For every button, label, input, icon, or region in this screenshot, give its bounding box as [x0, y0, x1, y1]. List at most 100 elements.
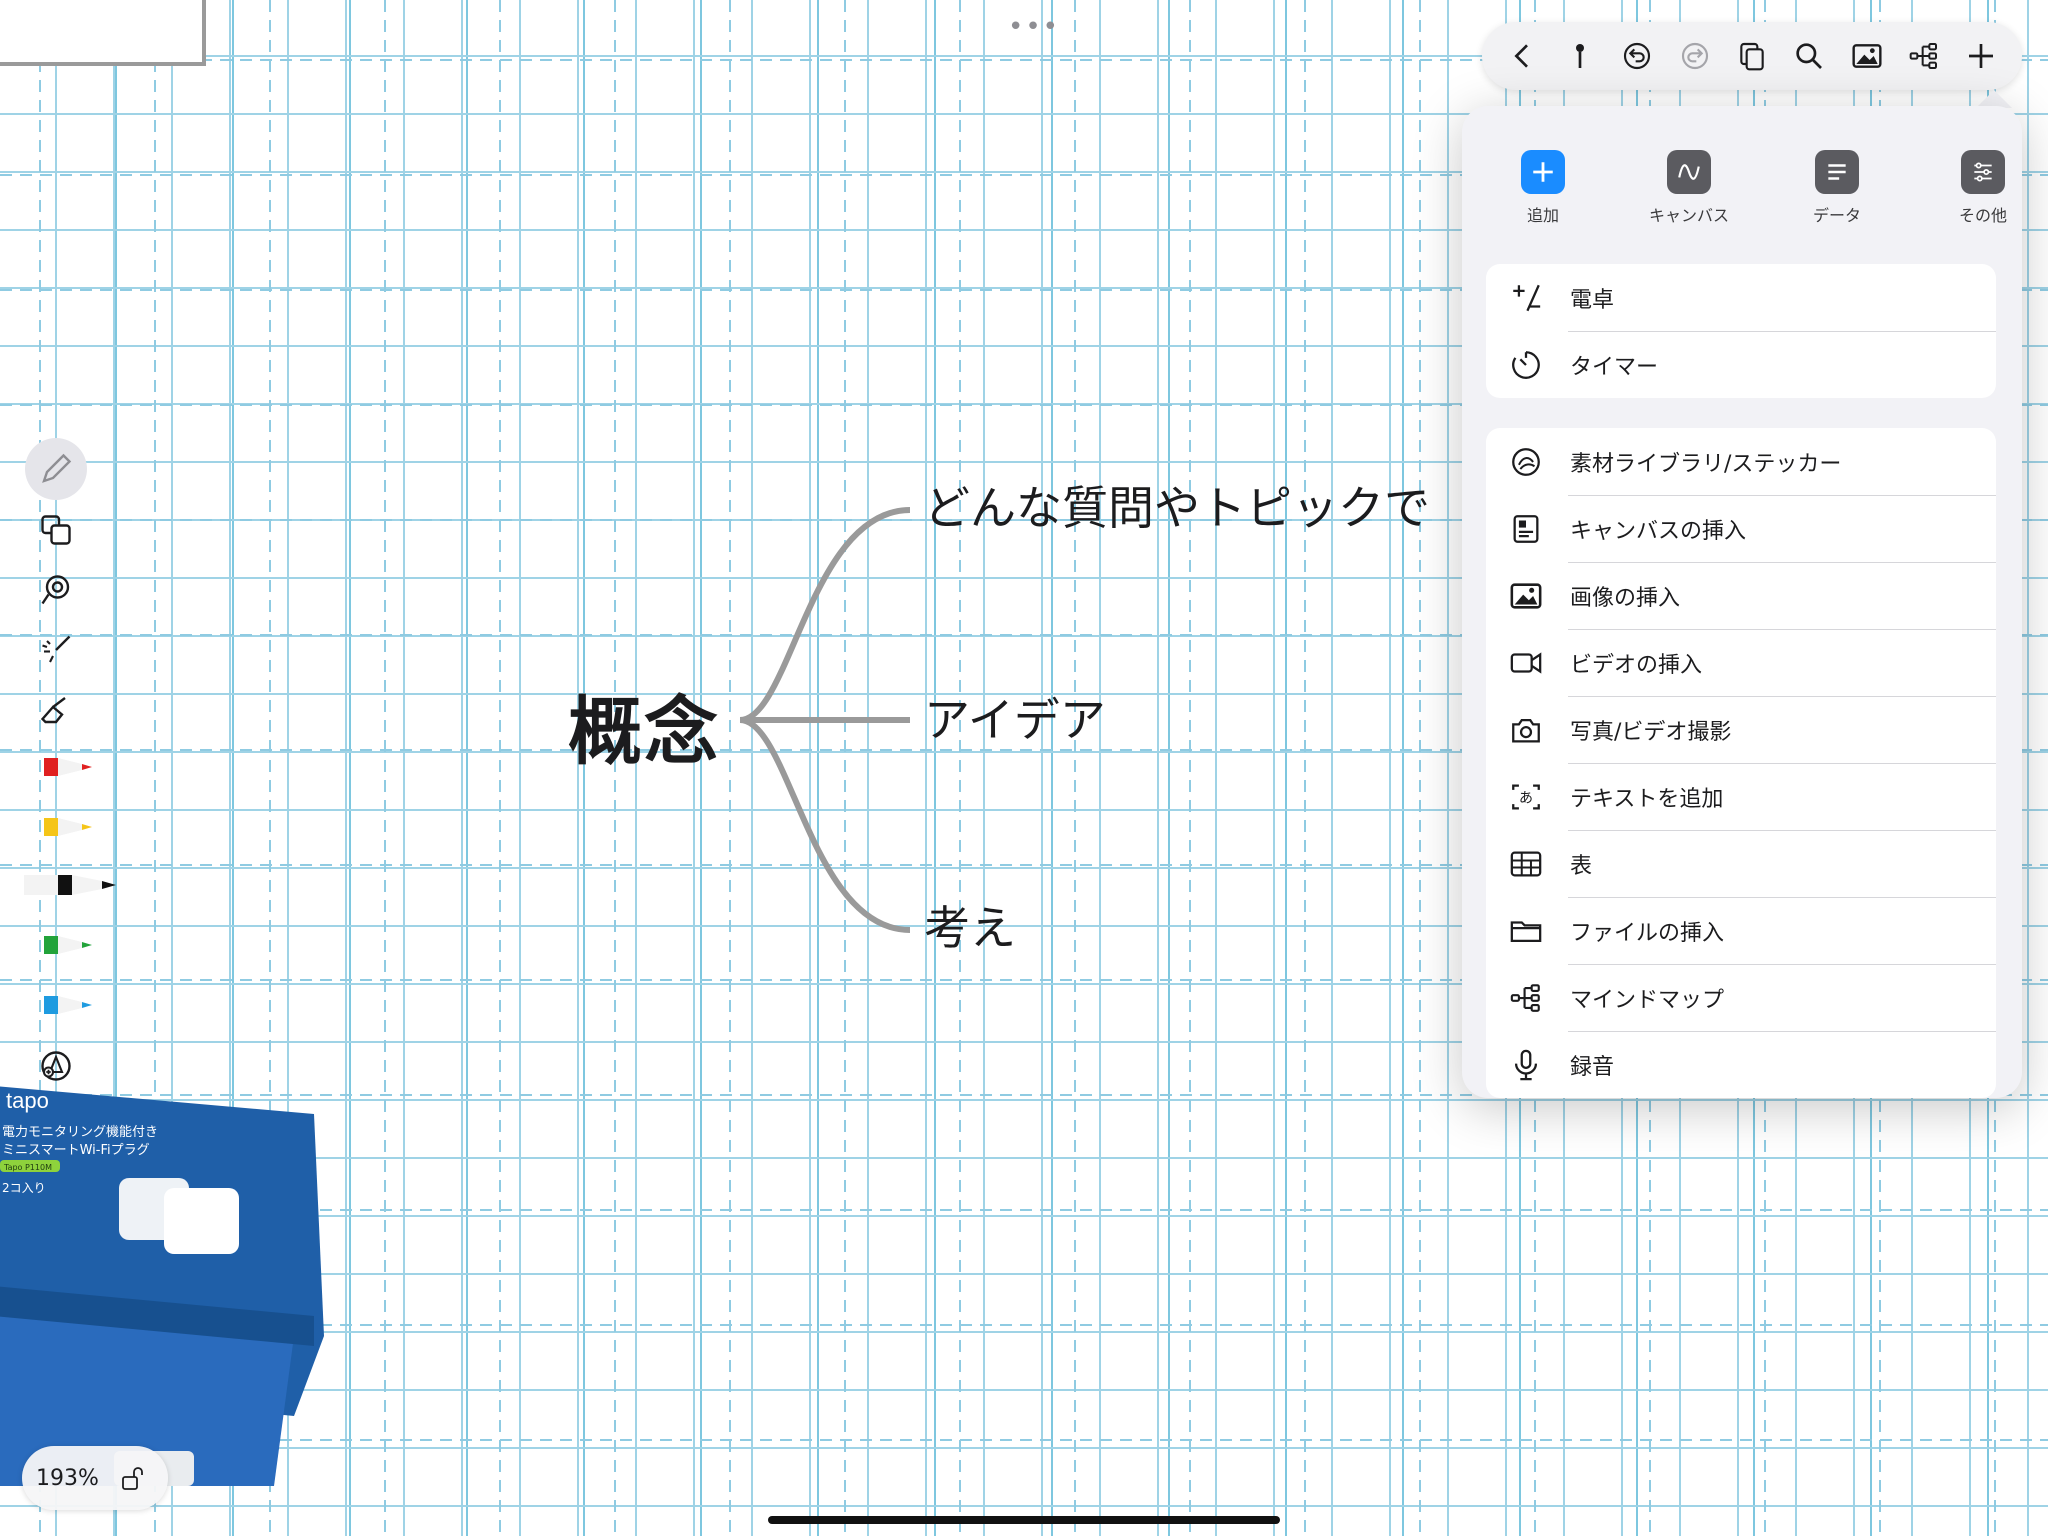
search-icon — [1796, 43, 1823, 69]
menu-item-add-text[interactable]: あ テキストを追加 — [1486, 763, 1996, 830]
pen-icon — [44, 818, 92, 836]
pencil-icon — [42, 453, 72, 483]
add-button[interactable] — [1961, 36, 2001, 76]
zoom-level: 193% — [36, 1465, 99, 1491]
pencil-tool[interactable] — [25, 438, 87, 500]
redo-button[interactable] — [1675, 36, 1715, 76]
plus-icon — [1521, 150, 1565, 194]
tab-add[interactable]: 追加 — [1488, 150, 1598, 226]
menu-item-sticker[interactable]: 素材ライブラリ/ステッカー — [1486, 428, 1996, 495]
pen-icon — [44, 758, 92, 776]
menu-item-mindmap[interactable]: マインドマップ — [1486, 964, 1996, 1031]
camera-icon — [1506, 710, 1546, 750]
menu-item-label: 電卓 — [1570, 287, 1615, 313]
laser-pointer-icon — [42, 635, 71, 663]
sliders-icon — [1961, 150, 2005, 194]
menu-item-table[interactable]: 表 — [1486, 830, 1996, 897]
shapes-tool[interactable] — [20, 504, 92, 556]
red-pen[interactable] — [44, 756, 116, 778]
menu-item-label: 画像の挿入 — [1570, 585, 1681, 611]
mindmap-child-node[interactable]: どんな質問やトピックで — [924, 472, 1430, 538]
lasso-icon — [41, 575, 70, 605]
tab-canvas[interactable]: キャンバス — [1634, 150, 1744, 226]
image-button[interactable] — [1847, 36, 1887, 76]
add-popover: 追加 キャンバス データ その他 電卓 タイマー 素材ライブラリ/ステッカー キ… — [1462, 106, 2022, 1098]
folder-icon — [1506, 911, 1546, 951]
more-dots-icon[interactable]: ••• — [1008, 12, 1060, 42]
canvas-doc-icon — [1506, 509, 1546, 549]
menu-item-label: 録音 — [1570, 1054, 1615, 1080]
black-pen-selected[interactable] — [24, 872, 120, 895]
back-button[interactable] — [1503, 36, 1543, 76]
wave-icon — [1667, 150, 1711, 194]
pen-icon — [24, 875, 116, 895]
mindmap-root-node[interactable]: 概念 — [568, 672, 720, 779]
insert-group: 素材ライブラリ/ステッカー キャンバスの挿入 画像の挿入 ビデオの挿入 写真/ビ… — [1486, 428, 1996, 1098]
sticker-icon — [1506, 442, 1546, 482]
tab-other[interactable]: その他 — [1928, 150, 2022, 226]
plus-icon — [1969, 44, 1994, 68]
lasso-tool[interactable] — [20, 564, 92, 616]
eraser-tool[interactable] — [20, 684, 92, 736]
menu-item-insert-image[interactable]: 画像の挿入 — [1486, 562, 1996, 629]
mindmap-icon — [1909, 43, 1937, 69]
mindmap-child-node[interactable]: 考え — [924, 892, 1016, 958]
menu-item-label: ビデオの挿入 — [1570, 652, 1703, 678]
menu-item-calculator[interactable]: 電卓 — [1486, 264, 1996, 331]
redo-icon — [1681, 42, 1708, 70]
tab-data[interactable]: データ — [1782, 150, 1892, 226]
search-button[interactable] — [1789, 36, 1829, 76]
yellow-pen[interactable] — [44, 816, 116, 838]
photo-count: 2コ入り — [2, 1181, 46, 1195]
lines-icon — [1815, 150, 1859, 194]
menu-item-label: テキストを追加 — [1570, 786, 1724, 812]
menu-item-label: キャンバスの挿入 — [1570, 518, 1747, 544]
top-toolbar — [1482, 22, 2022, 90]
mindmap-icon — [1506, 978, 1546, 1018]
add-tool-icon — [41, 1051, 71, 1081]
menu-item-record[interactable]: 録音 — [1486, 1031, 1996, 1098]
menu-item-label: ファイルの挿入 — [1570, 920, 1725, 946]
mindmap-button[interactable] — [1904, 36, 1944, 76]
photo-brand: tapo — [6, 1088, 49, 1113]
utility-group: 電卓 タイマー — [1486, 264, 1996, 398]
photo-model: Tapo P110M — [3, 1163, 52, 1172]
menu-item-label: 素材ライブラリ/ステッカー — [1570, 451, 1842, 477]
menu-item-capture[interactable]: 写真/ビデオ撮影 — [1486, 696, 1996, 763]
plus-minus-icon — [1506, 278, 1546, 318]
laser-tool[interactable] — [20, 624, 92, 676]
text-box-icon: あ — [1506, 777, 1546, 817]
page-frame-corner — [0, 0, 206, 66]
menu-item-label: タイマー — [1570, 354, 1659, 380]
microphone-icon — [1506, 1045, 1546, 1085]
blue-pen[interactable] — [44, 994, 116, 1016]
pages-button[interactable] — [1732, 36, 1772, 76]
menu-item-label: マインドマップ — [1570, 987, 1725, 1013]
image-icon — [1506, 576, 1546, 616]
zoom-indicator[interactable]: 193% — [22, 1446, 168, 1510]
image-icon — [1852, 44, 1882, 68]
mindmap-child-node[interactable]: アイデア — [924, 684, 1106, 750]
video-icon — [1506, 643, 1546, 683]
pin-icon — [1575, 44, 1584, 68]
tab-label: キャンバス — [1648, 206, 1729, 225]
eraser-icon — [40, 697, 66, 724]
menu-item-insert-video[interactable]: ビデオの挿入 — [1486, 629, 1996, 696]
menu-item-timer[interactable]: タイマー — [1486, 331, 1996, 398]
unlock-icon[interactable] — [121, 1465, 145, 1491]
popover-tabs: 追加 キャンバス データ その他 — [1462, 150, 2022, 230]
menu-item-insert-file[interactable]: ファイルの挿入 — [1486, 897, 1996, 964]
green-pen[interactable] — [44, 934, 116, 956]
add-tool-button[interactable] — [20, 1040, 92, 1092]
menu-item-label: 表 — [1570, 853, 1593, 879]
pen-icon — [44, 936, 92, 954]
menu-item-insert-canvas[interactable]: キャンバスの挿入 — [1486, 495, 1996, 562]
pin-button[interactable] — [1560, 36, 1600, 76]
photo-line1: 電力モニタリング機能付き — [2, 1125, 158, 1140]
undo-button[interactable] — [1617, 36, 1657, 76]
tab-label: その他 — [1958, 206, 2007, 225]
product-photo[interactable]: tapo 電力モニタリング機能付き ミニスマートWi-Fiプラグ Tapo P1… — [0, 1086, 324, 1486]
pen-icon — [44, 996, 92, 1014]
shapes-icon — [41, 515, 71, 545]
photo-line2: ミニスマートWi-Fiプラグ — [2, 1143, 150, 1158]
